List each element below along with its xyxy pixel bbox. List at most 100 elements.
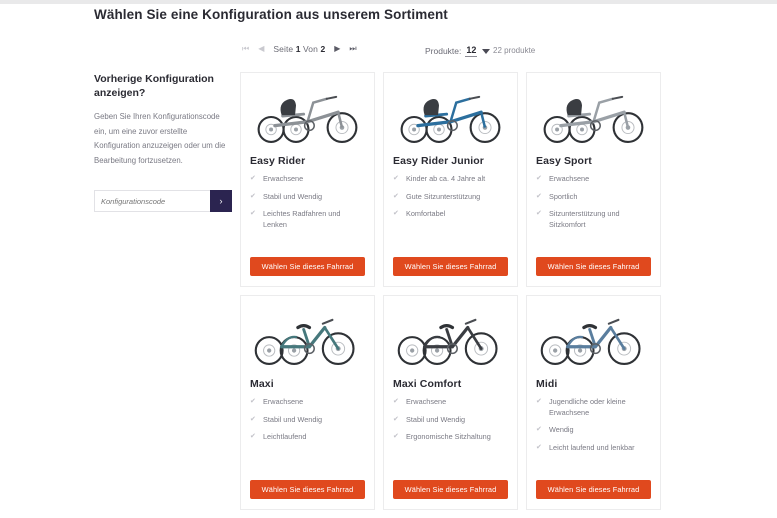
chevron-down-icon[interactable] (482, 48, 491, 54)
bike-maxi-icon (250, 304, 365, 376)
page-total: 2 (320, 44, 326, 54)
product-feature: ✔ Sportlich (536, 192, 651, 203)
product-feature-label: Wendig (549, 425, 574, 435)
total-products-label: 22 produkte (493, 46, 536, 55)
submit-code-button[interactable]: › (210, 190, 232, 213)
select-bike-button[interactable]: Wählen Sie dieses Fahrrad (250, 480, 365, 499)
check-icon: ✔ (250, 192, 256, 200)
check-icon: ✔ (393, 433, 399, 441)
product-name: Easy Sport (536, 155, 592, 167)
product-feature: ✔ Sitzunterstützung und Sitzkomfort (536, 209, 651, 230)
per-page-value[interactable]: 12 (465, 45, 478, 57)
configuration-code-form: › (94, 190, 232, 213)
bike-maxi-comfort-icon (393, 304, 508, 376)
page-prefix-label: Seite (273, 44, 294, 54)
product-name: Midi (536, 378, 558, 390)
product-feature-label: Sportlich (549, 191, 578, 201)
product-feature-label: Leichtes Radfahren und Lenken (263, 209, 341, 229)
product-card[interactable]: Maxi ✔ Erwachsene ✔ Stabil und Wendig ✔ Leicht… (240, 295, 375, 510)
product-feature-label: Jugendliche oder kleine Erwachsene (549, 397, 626, 417)
results-toolbar: ⏮ ◀ Seite 1 Von 2 ▶ ⏭ Produkte: 12 22 pr… (240, 44, 670, 66)
page-title: Wählen Sie eine Konfiguration aus unsere… (94, 7, 448, 22)
product-feature: ✔ Stabil und Wendig (250, 415, 365, 426)
product-name: Maxi Comfort (393, 378, 462, 390)
product-feature: ✔ Leichtlaufend (250, 432, 365, 443)
product-feature: ✔ Erwachsene (250, 397, 365, 408)
page-middle-label: Von (303, 44, 318, 54)
check-icon: ✔ (393, 415, 399, 423)
product-feature: ✔ Jugendliche oder kleine Erwachsene (536, 397, 651, 418)
product-card[interactable]: Maxi Comfort ✔ Erwachsene ✔ Stabil und Wendi… (383, 295, 518, 510)
product-feature-label: Erwachsene (263, 397, 304, 406)
page-root: Wählen Sie eine Konfiguration aus unsere… (0, 0, 777, 518)
per-page-label: Produkte: (425, 46, 462, 56)
check-icon: ✔ (536, 398, 542, 405)
product-feature: ✔ Gute Sitzunterstützung (393, 192, 508, 203)
select-bike-button[interactable]: Wählen Sie dieses Fahrrad (393, 257, 508, 276)
product-feature-label: Erwachsene (406, 397, 447, 406)
page-indicator: Seite 1 Von 2 (273, 44, 325, 54)
product-card[interactable]: Easy Rider Junior ✔ Kinder ab ca. 4 Jahre … (383, 72, 518, 287)
select-bike-button[interactable]: Wählen Sie dieses Fahrrad (393, 480, 508, 499)
product-feature-label: Stabil und Wendig (263, 191, 323, 201)
check-icon: ✔ (250, 210, 256, 218)
product-name: Easy Rider Junior (393, 155, 484, 167)
bike-easy-sport-icon (536, 81, 651, 153)
previous-configuration-panel: Vorherige Konfiguration anzeigen? Geben … (94, 72, 234, 213)
bike-easy-rider-junior-icon (393, 81, 508, 153)
per-page-selector[interactable]: Produkte: 12 (425, 45, 491, 57)
check-icon: ✔ (536, 175, 542, 182)
product-name: Easy Rider (250, 155, 306, 167)
check-icon: ✔ (393, 210, 399, 218)
product-name: Maxi (250, 378, 274, 390)
product-feature-label: Kinder ab ca. 4 Jahre alt (406, 174, 486, 183)
product-card[interactable]: Easy Rider ✔ Erwachsene ✔ Stabil und Wendig ✔… (240, 72, 375, 287)
product-feature-label: Ergonomische Sitzhaltung (406, 432, 491, 442)
bike-easy-rider-icon (250, 81, 365, 153)
product-card[interactable]: Midi ✔ Jugendliche oder kleine Erwachsene ✔… (526, 295, 661, 510)
product-feature-label: Sitzunterstützung und Sitzkomfort (549, 209, 620, 229)
product-feature: ✔ Erwachsene (536, 174, 651, 185)
check-icon: ✔ (536, 192, 542, 200)
product-feature: ✔ Erwachsene (250, 174, 365, 185)
product-feature: ✔ Erwachsene (393, 397, 508, 408)
product-feature: ✔ Leichtes Radfahren und Lenken (250, 209, 365, 230)
last-page-icon[interactable]: ⏭ (349, 45, 356, 53)
product-feature: ✔ Komfortabel (393, 209, 508, 220)
check-icon: ✔ (393, 175, 399, 182)
product-feature-label: Leicht laufend und lenkbar (549, 442, 635, 452)
sidebar-description: Geben Sie Ihren Konfigurationscode ein, … (94, 112, 226, 165)
sidebar-heading: Vorherige Konfiguration anzeigen? (94, 73, 214, 100)
check-icon: ✔ (536, 426, 542, 434)
product-feature-label: Leichtlaufend (263, 432, 307, 442)
product-feature-label: Gute Sitzunterstützung (406, 191, 481, 201)
product-feature-label: Komfortabel (406, 209, 446, 219)
product-card[interactable]: Easy Sport ✔ Erwachsene ✔ Sportlich ✔ Sitzunte… (526, 72, 661, 287)
select-bike-button[interactable]: Wählen Sie dieses Fahrrad (536, 480, 651, 499)
product-feature: ✔ Ergonomische Sitzhaltung (393, 432, 508, 443)
product-feature: ✔ Wendig (536, 425, 651, 436)
next-page-icon[interactable]: ▶ (334, 45, 340, 53)
product-feature-label: Stabil und Wendig (263, 414, 323, 424)
select-bike-button[interactable]: Wählen Sie dieses Fahrrad (250, 257, 365, 276)
check-icon: ✔ (250, 175, 256, 182)
product-feature-label: Stabil und Wendig (406, 414, 466, 424)
product-grid: Easy Rider ✔ Erwachsene ✔ Stabil und Wendig ✔… (240, 72, 661, 510)
product-feature-label: Erwachsene (263, 174, 304, 183)
prev-page-icon[interactable]: ◀ (258, 45, 264, 53)
product-feature-label: Erwachsene (549, 174, 590, 183)
pagination: ⏮ ◀ Seite 1 Von 2 ▶ ⏭ (242, 44, 357, 54)
product-feature: ✔ Leicht laufend und lenkbar (536, 443, 651, 454)
product-feature: ✔ Stabil und Wendig (250, 192, 365, 203)
check-icon: ✔ (250, 398, 256, 405)
first-page-icon[interactable]: ⏮ (242, 45, 249, 53)
check-icon: ✔ (250, 433, 256, 441)
top-bar (0, 0, 777, 4)
check-icon: ✔ (393, 192, 399, 200)
configuration-code-input[interactable] (94, 190, 210, 213)
check-icon: ✔ (393, 398, 399, 405)
check-icon: ✔ (536, 443, 542, 451)
product-feature: ✔ Stabil und Wendig (393, 415, 508, 426)
page-current: 1 (295, 44, 301, 54)
select-bike-button[interactable]: Wählen Sie dieses Fahrrad (536, 257, 651, 276)
